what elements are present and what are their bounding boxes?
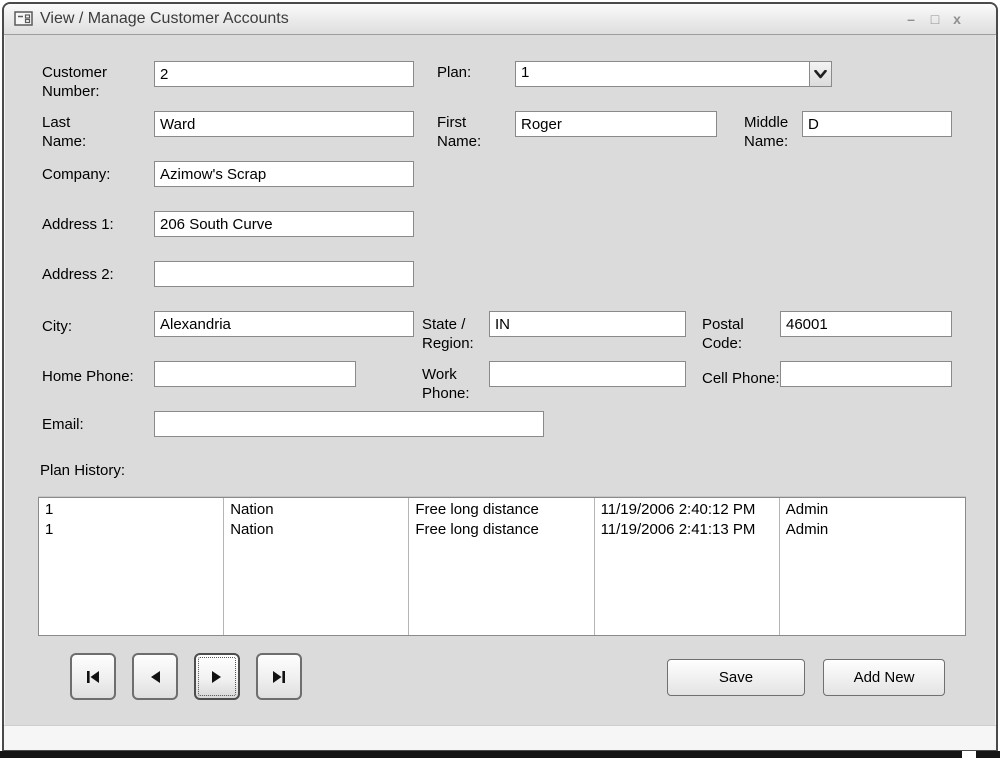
last-name-label: Last Name: <box>42 113 112 151</box>
save-button[interactable]: Save <box>667 659 805 696</box>
screenshot-root: View / Manage Customer Accounts – □ x Cu… <box>0 0 1000 761</box>
cell-phone-label: Cell Phone: <box>702 369 780 388</box>
company-field[interactable] <box>154 161 414 187</box>
next-record-button[interactable] <box>194 653 240 700</box>
first-name-label: First Name: <box>437 113 492 151</box>
grid-cell[interactable]: Admin <box>780 500 965 520</box>
plan-history-grid[interactable]: 1 1 Nation Nation Free long distance Fre… <box>38 497 966 636</box>
plan-history-label: Plan History: <box>40 461 125 480</box>
title-bar: View / Manage Customer Accounts – □ x <box>4 4 996 35</box>
bottom-rule-notch <box>962 751 976 758</box>
add-new-button[interactable]: Add New <box>823 659 945 696</box>
form-body: Customer Number: Plan: 1 Last Name: Firs… <box>4 35 996 750</box>
address2-field[interactable] <box>154 261 414 287</box>
window-title: View / Manage Customer Accounts <box>40 4 289 34</box>
email-label: Email: <box>42 415 84 434</box>
chevron-down-icon <box>814 70 827 79</box>
first-name-field[interactable] <box>515 111 717 137</box>
grid-column-description: Free long distance Free long distance <box>409 498 594 635</box>
middle-name-field[interactable] <box>802 111 952 137</box>
grid-column-user: Admin Admin <box>780 498 965 635</box>
form-icon <box>14 11 34 27</box>
grid-cell[interactable]: Free long distance <box>409 500 593 520</box>
grid-cell[interactable]: 11/19/2006 2:41:13 PM <box>595 520 779 540</box>
email-field[interactable] <box>154 411 544 437</box>
previous-record-button[interactable] <box>132 653 178 700</box>
grid-cell[interactable]: 1 <box>39 520 223 540</box>
address1-label: Address 1: <box>42 215 114 234</box>
grid-column-timestamp: 11/19/2006 2:40:12 PM 11/19/2006 2:41:13… <box>595 498 780 635</box>
grid-column-plan-id: 1 1 <box>39 498 224 635</box>
grid-cell[interactable]: Admin <box>780 520 965 540</box>
grid-cell[interactable]: Free long distance <box>409 520 593 540</box>
grid-column-plan-name: Nation Nation <box>224 498 409 635</box>
plan-dropdown-button[interactable] <box>809 62 831 86</box>
last-record-icon <box>271 670 287 684</box>
plan-selected-value: 1 <box>516 62 809 86</box>
postal-code-label: Postal Code: <box>702 315 762 353</box>
next-record-icon <box>211 670 223 684</box>
customer-accounts-window: View / Manage Customer Accounts – □ x Cu… <box>2 2 998 752</box>
cell-phone-field[interactable] <box>780 361 952 387</box>
home-phone-label: Home Phone: <box>42 367 134 386</box>
bottom-rule <box>0 751 1000 758</box>
window-footer-strip <box>4 725 996 750</box>
close-icon[interactable]: x <box>948 10 966 28</box>
home-phone-field[interactable] <box>154 361 356 387</box>
address1-field[interactable] <box>154 211 414 237</box>
customer-number-field[interactable] <box>154 61 414 87</box>
state-label: State / Region: <box>422 315 488 353</box>
first-record-icon <box>85 670 101 684</box>
customer-number-label: Customer Number: <box>42 63 142 101</box>
minimize-icon[interactable]: – <box>902 10 920 28</box>
last-name-field[interactable] <box>154 111 414 137</box>
company-label: Company: <box>42 165 110 184</box>
middle-name-label: Middle Name: <box>744 113 804 151</box>
last-record-button[interactable] <box>256 653 302 700</box>
address2-label: Address 2: <box>42 265 114 284</box>
grid-cell[interactable]: Nation <box>224 520 408 540</box>
work-phone-label: Work Phone: <box>422 365 477 403</box>
maximize-icon[interactable]: □ <box>926 10 944 28</box>
city-field[interactable] <box>154 311 414 337</box>
previous-record-icon <box>149 670 161 684</box>
work-phone-field[interactable] <box>489 361 686 387</box>
grid-cell[interactable]: Nation <box>224 500 408 520</box>
state-field[interactable] <box>489 311 686 337</box>
city-label: City: <box>42 317 72 336</box>
postal-code-field[interactable] <box>780 311 952 337</box>
plan-label: Plan: <box>437 63 471 82</box>
plan-select[interactable]: 1 <box>515 61 832 87</box>
first-record-button[interactable] <box>70 653 116 700</box>
grid-cell[interactable]: 11/19/2006 2:40:12 PM <box>595 500 779 520</box>
grid-cell[interactable]: 1 <box>39 500 223 520</box>
